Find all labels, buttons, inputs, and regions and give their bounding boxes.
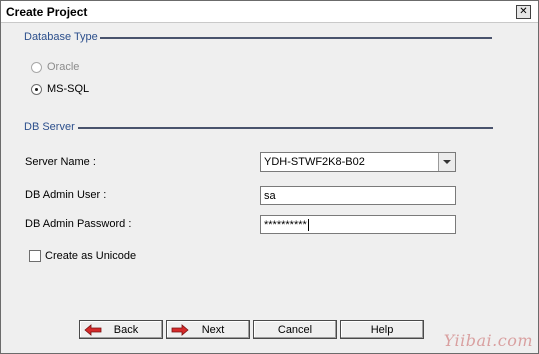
cancel-button-label: Cancel — [277, 323, 313, 336]
admin-password-label: DB Admin Password : — [25, 218, 132, 230]
back-button[interactable]: Back — [79, 320, 163, 339]
cancel-button[interactable]: Cancel — [253, 320, 337, 339]
unicode-checkbox-label: Create as Unicode — [45, 250, 137, 262]
oracle-radio-option[interactable]: Oracle — [31, 60, 79, 74]
radio-selected-dot — [35, 87, 38, 91]
oracle-radio-label: Oracle — [47, 61, 80, 73]
admin-user-value: sa — [264, 190, 276, 202]
mssql-radio-option[interactable]: MS-SQL — [31, 82, 89, 96]
mssql-radio-label: MS-SQL — [47, 83, 90, 95]
dialog-body: Database Type Oracle MS-SQL DB Server Se… — [1, 23, 538, 353]
title-bar: Create Project ✕ — [1, 1, 538, 23]
close-button[interactable]: ✕ — [516, 5, 531, 19]
close-icon: ✕ — [519, 6, 528, 17]
next-button[interactable]: Next — [166, 320, 250, 339]
server-name-combobox[interactable]: YDH-STWF2K8-B02 — [260, 152, 456, 172]
chevron-down-icon — [443, 160, 451, 164]
db-server-divider — [78, 127, 493, 129]
unicode-checkbox[interactable] — [29, 250, 41, 262]
oracle-radio[interactable] — [31, 61, 42, 73]
server-name-dropdown-button[interactable] — [438, 153, 455, 171]
next-button-label: Next — [201, 323, 225, 336]
database-type-group-label: Database Type — [24, 31, 102, 43]
admin-password-value: ********** — [264, 219, 307, 231]
help-button-label: Help — [370, 323, 394, 336]
left-arrow-icon — [84, 324, 102, 336]
mssql-radio[interactable] — [31, 83, 42, 95]
watermark-logo: Yiibai.com — [443, 331, 533, 350]
db-server-group-label: DB Server — [24, 121, 79, 133]
dialog-title: Create Project — [6, 5, 88, 19]
database-type-divider — [100, 37, 492, 39]
admin-user-input[interactable]: sa — [260, 186, 456, 205]
server-name-label: Server Name : — [25, 156, 96, 168]
text-caret — [307, 219, 309, 232]
admin-password-input[interactable]: ********** — [260, 215, 456, 234]
create-project-dialog: Create Project ✕ Database Type Oracle MS… — [0, 0, 539, 354]
server-name-value: YDH-STWF2K8-B02 — [264, 156, 365, 168]
unicode-checkbox-option[interactable]: Create as Unicode — [29, 250, 136, 262]
back-button-label: Back — [113, 323, 139, 336]
right-arrow-icon — [171, 324, 189, 336]
admin-user-label: DB Admin User : — [25, 189, 107, 201]
help-button[interactable]: Help — [340, 320, 424, 339]
